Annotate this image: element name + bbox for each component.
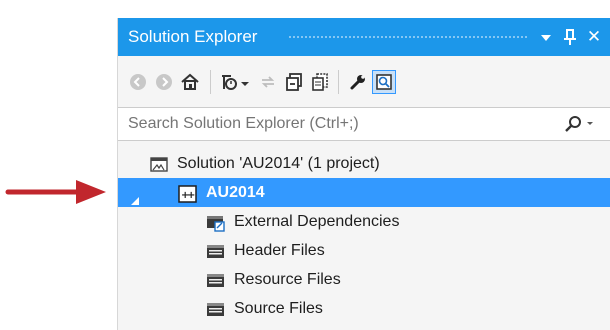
- svg-text:+: +: [187, 190, 195, 201]
- show-all-files-icon[interactable]: [308, 70, 332, 94]
- search-box: [118, 107, 610, 141]
- solution-explorer-panel: Solution Explorer ✕ Search Solution Expl…: [117, 18, 610, 330]
- home-icon[interactable]: [178, 70, 202, 94]
- search-input[interactable]: [128, 115, 548, 133]
- source-files-label: Source Files: [234, 300, 323, 317]
- close-icon[interactable]: ✕: [584, 26, 604, 48]
- toolbar: [118, 56, 610, 107]
- annotation-arrow: [5, 180, 106, 204]
- filter-folder-icon: [206, 271, 226, 289]
- tree-item-solution[interactable]: Solution 'AU2014' (1 project): [118, 149, 610, 178]
- title-grip: [288, 35, 528, 40]
- tree-item-project[interactable]: + + AU2014: [118, 178, 610, 207]
- external-dependencies-label: External Dependencies: [234, 213, 400, 230]
- tree-item-header-files[interactable]: Header Files: [118, 236, 610, 265]
- dropdown-icon[interactable]: [536, 26, 556, 48]
- solution-tree: Solution 'AU2014' (1 project) + + AU2014 …: [118, 141, 610, 330]
- toolbar-separator: [338, 70, 339, 94]
- pin-icon[interactable]: [560, 26, 580, 48]
- header-files-label: Header Files: [234, 242, 325, 259]
- panel-title: Solution Explorer: [128, 27, 258, 46]
- filter-folder-icon: [206, 242, 226, 260]
- toolbar-separator: [210, 70, 211, 94]
- properties-wrench-icon[interactable]: [346, 70, 370, 94]
- tree-item-resource-files[interactable]: Resource Files: [118, 265, 610, 294]
- filter-folder-icon: [206, 300, 226, 318]
- cpp-project-icon: + +: [178, 184, 198, 203]
- external-dependencies-icon: [206, 213, 226, 232]
- solution-icon: [149, 155, 169, 173]
- tree-item-external-dependencies[interactable]: External Dependencies: [118, 207, 610, 236]
- sync-with-active-document-icon[interactable]: [256, 70, 280, 94]
- forward-icon[interactable]: [152, 70, 176, 94]
- solution-label: Solution 'AU2014' (1 project): [177, 155, 380, 172]
- project-label: AU2014: [206, 184, 265, 201]
- title-bar[interactable]: Solution Explorer ✕: [118, 18, 610, 56]
- search-icon[interactable]: [563, 114, 597, 139]
- preview-selected-items-icon[interactable]: [372, 70, 396, 94]
- tree-item-source-files[interactable]: Source Files: [118, 294, 610, 323]
- resource-files-label: Resource Files: [234, 271, 341, 288]
- pending-changes-filter-icon[interactable]: [218, 70, 252, 94]
- back-icon[interactable]: [126, 70, 150, 94]
- collapse-all-icon[interactable]: [282, 70, 306, 94]
